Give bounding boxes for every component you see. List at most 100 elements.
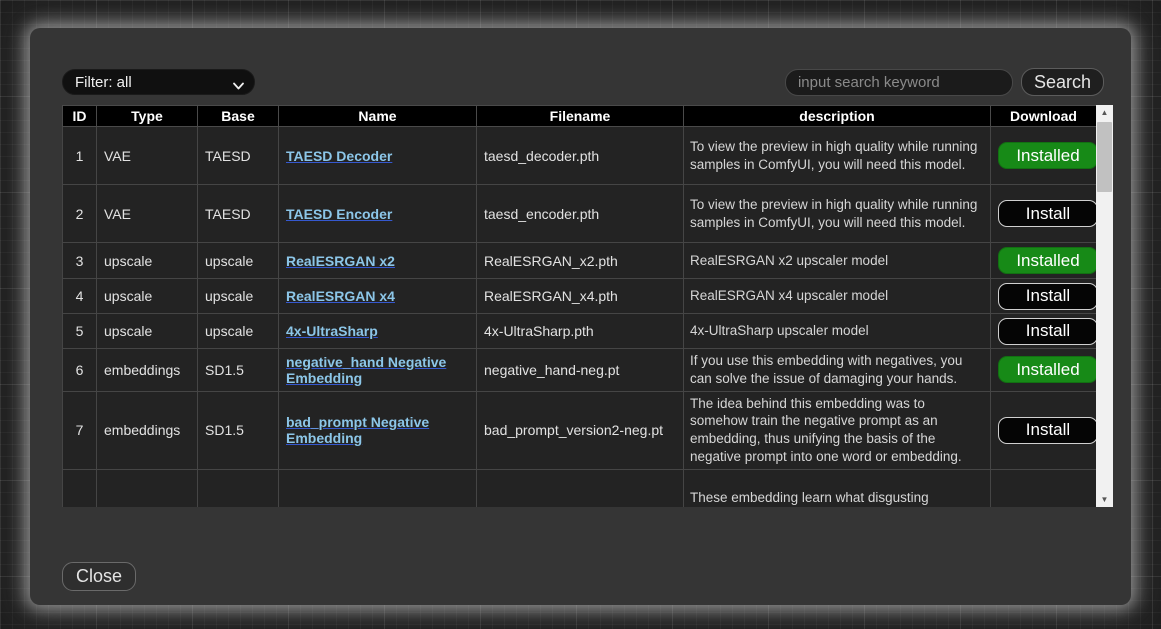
- cell-name: negative_hand Negative Embedding: [279, 349, 477, 392]
- cell-id: 1: [63, 127, 97, 185]
- cell-filename: 4x-UltraSharp.pth: [477, 314, 684, 349]
- cell-description: RealESRGAN x2 upscaler model: [684, 243, 991, 279]
- model-table: ID Type Base Name Filename description D…: [62, 105, 1096, 507]
- cell-name: RealESRGAN x4: [279, 279, 477, 314]
- cell-type: VAE: [97, 185, 198, 243]
- cell-name: bad_prompt Negative Embedding: [279, 391, 477, 469]
- install-button[interactable]: Install: [998, 417, 1096, 444]
- table-scrollbar[interactable]: ▲ ▼: [1096, 105, 1113, 507]
- cell-download: Install: [991, 185, 1097, 243]
- header-type: Type: [97, 106, 198, 127]
- install-button[interactable]: Install: [998, 200, 1096, 227]
- cell-type: [97, 469, 198, 507]
- scrollbar-down-arrow-icon[interactable]: ▼: [1096, 492, 1113, 507]
- scrollbar-thumb[interactable]: [1097, 122, 1112, 192]
- header-download: Download: [991, 106, 1097, 127]
- table-row: 4 upscale upscale RealESRGAN x4 RealESRG…: [63, 279, 1097, 314]
- model-name-link[interactable]: bad_prompt Negative Embedding: [286, 414, 429, 446]
- cell-type: upscale: [97, 314, 198, 349]
- search-button[interactable]: Search: [1021, 68, 1104, 96]
- search-input[interactable]: [785, 69, 1013, 96]
- cell-type: VAE: [97, 127, 198, 185]
- table-row: 1 VAE TAESD TAESD Decoder taesd_decoder.…: [63, 127, 1097, 185]
- cell-base: SD1.5: [198, 391, 279, 469]
- cell-download: Install: [991, 314, 1097, 349]
- cell-download: Installed: [991, 349, 1097, 392]
- cell-base: upscale: [198, 243, 279, 279]
- cell-type: embeddings: [97, 391, 198, 469]
- cell-download: [991, 469, 1097, 507]
- table-row: 2 VAE TAESD TAESD Encoder taesd_encoder.…: [63, 185, 1097, 243]
- cell-name: TAESD Decoder: [279, 127, 477, 185]
- install-button[interactable]: Installed: [998, 142, 1096, 169]
- filter-select[interactable]: Filter: all: [62, 69, 255, 95]
- model-name-link[interactable]: TAESD Decoder: [286, 148, 392, 164]
- close-button[interactable]: Close: [62, 562, 136, 591]
- model-name-link[interactable]: RealESRGAN x2: [286, 253, 395, 269]
- install-button[interactable]: Installed: [998, 247, 1096, 274]
- cell-description: RealESRGAN x4 upscaler model: [684, 279, 991, 314]
- cell-base: SD1.5: [198, 349, 279, 392]
- cell-filename: bad_prompt_version2-neg.pt: [477, 391, 684, 469]
- header-name: Name: [279, 106, 477, 127]
- cell-base: TAESD: [198, 127, 279, 185]
- cell-description: To view the preview in high quality whil…: [684, 127, 991, 185]
- cell-name: TAESD Encoder: [279, 185, 477, 243]
- cell-id: [63, 469, 97, 507]
- model-name-link[interactable]: RealESRGAN x4: [286, 288, 395, 304]
- cell-filename: negative_hand-neg.pt: [477, 349, 684, 392]
- cell-description: 4x-UltraSharp upscaler model: [684, 314, 991, 349]
- cell-id: 6: [63, 349, 97, 392]
- cell-description: The idea behind this embedding was to so…: [684, 391, 991, 469]
- table-row: 7 embeddings SD1.5 bad_prompt Negative E…: [63, 391, 1097, 469]
- cell-id: 5: [63, 314, 97, 349]
- header-description: description: [684, 106, 991, 127]
- cell-type: upscale: [97, 279, 198, 314]
- cell-name: RealESRGAN x2: [279, 243, 477, 279]
- cell-base: [198, 469, 279, 507]
- filter-select-wrap: Filter: all: [62, 69, 255, 95]
- cell-id: 4: [63, 279, 97, 314]
- cell-filename: [477, 469, 684, 507]
- install-button[interactable]: Install: [998, 283, 1096, 310]
- cell-base: upscale: [198, 314, 279, 349]
- cell-id: 2: [63, 185, 97, 243]
- table-row: 3 upscale upscale RealESRGAN x2 RealESRG…: [63, 243, 1097, 279]
- model-name-link[interactable]: negative_hand Negative Embedding: [286, 354, 446, 386]
- table-row: 6 embeddings SD1.5 negative_hand Negativ…: [63, 349, 1097, 392]
- cell-base: TAESD: [198, 185, 279, 243]
- header-base: Base: [198, 106, 279, 127]
- dialog-footer: Close: [62, 562, 1113, 591]
- scrollbar-up-arrow-icon[interactable]: ▲: [1096, 105, 1113, 120]
- install-button[interactable]: Install: [998, 318, 1096, 345]
- table-row: 5 upscale upscale 4x-UltraSharp 4x-Ultra…: [63, 314, 1097, 349]
- table-body: 1 VAE TAESD TAESD Decoder taesd_decoder.…: [63, 127, 1097, 508]
- cell-download: Install: [991, 279, 1097, 314]
- cell-id: 3: [63, 243, 97, 279]
- model-manager-dialog: Filter: all Search ID Type: [30, 28, 1131, 605]
- cell-name: 4x-UltraSharp: [279, 314, 477, 349]
- cell-filename: RealESRGAN_x4.pth: [477, 279, 684, 314]
- toolbar: Filter: all Search: [62, 68, 1113, 96]
- table-header-row: ID Type Base Name Filename description D…: [63, 106, 1097, 127]
- cell-description: These embedding learn what disgusting co…: [684, 469, 991, 507]
- model-name-link[interactable]: 4x-UltraSharp: [286, 323, 378, 339]
- cell-id: 7: [63, 391, 97, 469]
- cell-filename: taesd_decoder.pth: [477, 127, 684, 185]
- cell-type: embeddings: [97, 349, 198, 392]
- model-table-scroll-area: ID Type Base Name Filename description D…: [62, 105, 1096, 507]
- table-row: These embedding learn what disgusting co…: [63, 469, 1097, 507]
- cell-download: Installed: [991, 127, 1097, 185]
- header-filename: Filename: [477, 106, 684, 127]
- cell-base: upscale: [198, 279, 279, 314]
- cell-download: Install: [991, 391, 1097, 469]
- search-group: Search: [785, 68, 1104, 96]
- cell-filename: RealESRGAN_x2.pth: [477, 243, 684, 279]
- cell-type: upscale: [97, 243, 198, 279]
- cell-filename: taesd_encoder.pth: [477, 185, 684, 243]
- cell-description: To view the preview in high quality whil…: [684, 185, 991, 243]
- model-table-zone: ID Type Base Name Filename description D…: [62, 105, 1113, 507]
- install-button[interactable]: Installed: [998, 356, 1096, 383]
- model-name-link[interactable]: TAESD Encoder: [286, 206, 392, 222]
- header-id: ID: [63, 106, 97, 127]
